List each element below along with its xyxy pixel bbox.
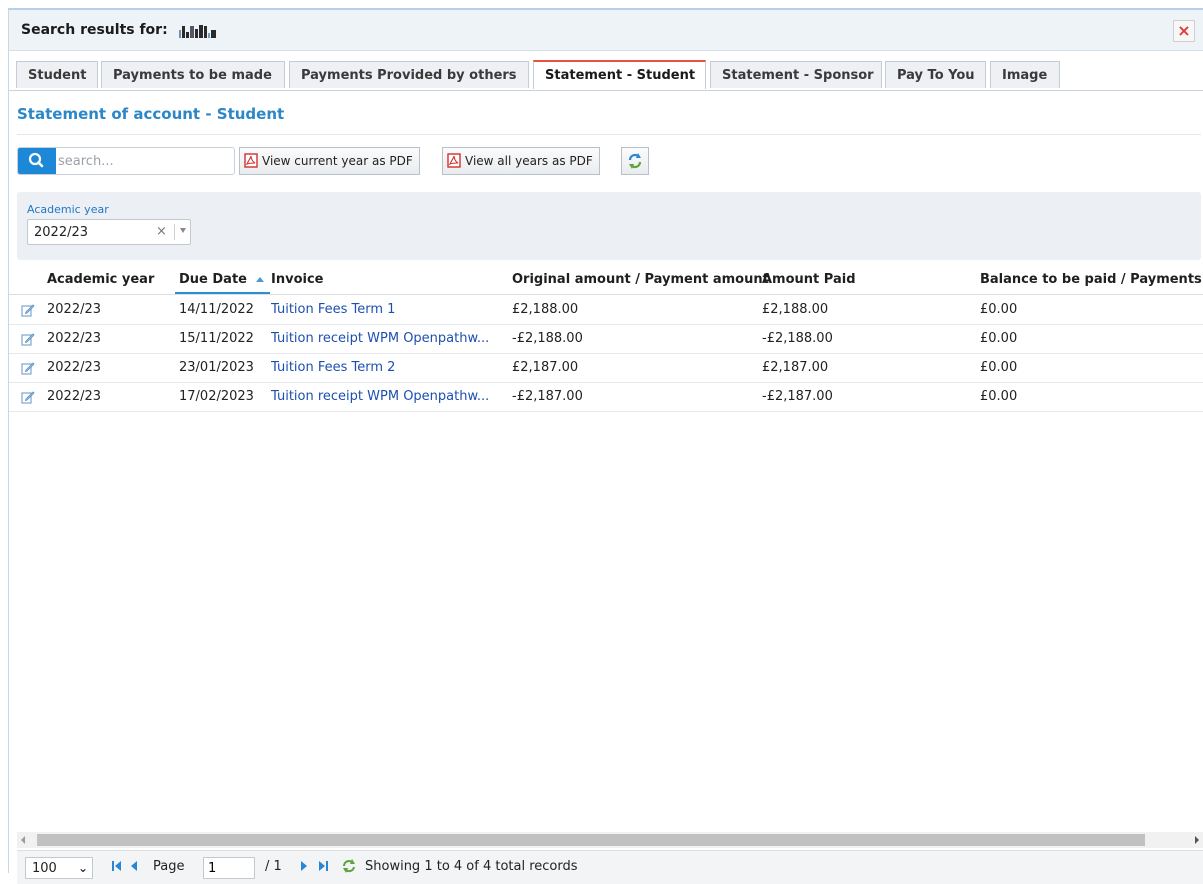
- pdf-icon: [244, 153, 258, 168]
- edit-icon[interactable]: [21, 361, 35, 375]
- academic-year-select-value: 2022/23: [34, 225, 89, 240]
- records-status: Showing 1 to 4 of 4 total records: [365, 859, 578, 874]
- view-current-year-pdf-label: View current year as PDF: [262, 154, 413, 168]
- cell-balance: £0.00: [980, 360, 1018, 375]
- chevron-down-icon[interactable]: [180, 228, 186, 233]
- table-row[interactable]: 2022/23 23/01/2023 Tuition Fees Term 2 £…: [9, 353, 1203, 383]
- close-button[interactable]: ×: [1173, 20, 1195, 42]
- view-all-years-pdf-button[interactable]: View all years as PDF: [442, 147, 600, 175]
- reload-icon[interactable]: [341, 858, 357, 874]
- edit-icon[interactable]: [21, 332, 35, 346]
- table-header: Academic year Due Date Invoice Original …: [9, 266, 1203, 295]
- pagination-bar: 100 ⌄ Page / 1 Showing 1 to 4 of 4 total…: [17, 850, 1203, 884]
- column-header-invoice[interactable]: Invoice: [271, 266, 323, 294]
- page-number-input[interactable]: [203, 857, 255, 879]
- column-header-original-amount[interactable]: Original amount / Payment amount: [512, 266, 769, 294]
- cell-original-amount: £2,188.00: [512, 302, 579, 317]
- window-title: Search results for:: [21, 22, 217, 38]
- cell-balance: £0.00: [980, 331, 1018, 346]
- refresh-icon: [628, 153, 642, 169]
- edit-icon[interactable]: [21, 390, 35, 404]
- cell-invoice-link[interactable]: Tuition Fees Term 2: [271, 353, 395, 382]
- academic-year-select[interactable]: 2022/23 ×: [27, 219, 191, 245]
- section-title: Statement of account - Student: [17, 105, 285, 123]
- table-row[interactable]: 2022/23 17/02/2023 Tuition receipt WPM O…: [9, 382, 1203, 412]
- tab-bar: Student Payments to be made Payments Pro…: [9, 60, 1203, 91]
- first-page-icon[interactable]: [111, 860, 123, 872]
- redacted-name: [178, 22, 217, 38]
- cell-academic-year: 2022/23: [47, 302, 102, 317]
- cell-due-date: 15/11/2022: [179, 331, 254, 346]
- select-separator: [174, 224, 175, 240]
- sort-indicator: [175, 292, 270, 294]
- tab-payments-to-be-made[interactable]: Payments to be made: [101, 61, 285, 88]
- page-size-select[interactable]: 100 ⌄: [25, 857, 93, 879]
- tab-statement-student[interactable]: Statement - Student: [533, 60, 706, 89]
- scrollbar-thumb[interactable]: [37, 834, 1145, 846]
- search-input[interactable]: [58, 148, 230, 174]
- view-current-year-pdf-button[interactable]: View current year as PDF: [239, 147, 420, 175]
- cell-amount-paid: -£2,188.00: [762, 331, 833, 346]
- scroll-left-icon[interactable]: [21, 836, 25, 844]
- cell-original-amount: -£2,187.00: [512, 389, 583, 404]
- refresh-button[interactable]: [621, 147, 649, 175]
- column-header-academic-year[interactable]: Academic year: [47, 266, 154, 294]
- close-icon: ×: [1177, 21, 1191, 40]
- cell-invoice-link[interactable]: Tuition receipt WPM Openpathw...: [271, 324, 489, 353]
- cell-invoice-link[interactable]: Tuition receipt WPM Openpathw...: [271, 382, 489, 411]
- cell-balance: £0.00: [980, 302, 1018, 317]
- cell-balance: £0.00: [980, 389, 1018, 404]
- column-header-amount-paid[interactable]: Amount Paid: [762, 266, 856, 294]
- scroll-right-icon[interactable]: [1195, 836, 1199, 844]
- tab-statement-sponsor[interactable]: Statement - Sponsor: [710, 61, 882, 88]
- tab-image[interactable]: Image: [990, 61, 1060, 88]
- previous-page-icon[interactable]: [129, 860, 139, 872]
- cell-amount-paid: -£2,187.00: [762, 389, 833, 404]
- search-results-window: Search results for: × Student Payments t…: [8, 8, 1203, 884]
- tab-student[interactable]: Student: [16, 61, 98, 88]
- academic-year-filter-label: Academic year: [27, 203, 109, 216]
- horizontal-scrollbar[interactable]: [17, 832, 1203, 848]
- search-box: [17, 147, 235, 175]
- filter-panel: Academic year 2022/23 ×: [17, 192, 1201, 260]
- cell-due-date: 17/02/2023: [179, 389, 254, 404]
- cell-amount-paid: £2,187.00: [762, 360, 829, 375]
- tab-payments-provided-by-others[interactable]: Payments Provided by others: [289, 61, 529, 88]
- clear-selection-icon[interactable]: ×: [156, 224, 167, 239]
- view-all-years-pdf-label: View all years as PDF: [465, 154, 593, 168]
- cell-original-amount: -£2,188.00: [512, 331, 583, 346]
- page-total: / 1: [265, 859, 282, 874]
- search-button[interactable]: [18, 148, 56, 174]
- cell-due-date: 14/11/2022: [179, 302, 254, 317]
- window-title-text: Search results for:: [21, 22, 168, 38]
- page-size-value: 100: [32, 861, 57, 876]
- next-page-icon[interactable]: [299, 860, 309, 872]
- cell-original-amount: £2,187.00: [512, 360, 579, 375]
- cell-academic-year: 2022/23: [47, 331, 102, 346]
- tab-pay-to-you[interactable]: Pay To You: [885, 61, 986, 88]
- cell-due-date: 23/01/2023: [179, 360, 254, 375]
- title-bar: Search results for: ×: [9, 10, 1203, 51]
- edit-icon[interactable]: [21, 303, 35, 317]
- section-divider: [17, 134, 1201, 135]
- page-label: Page: [153, 859, 185, 874]
- table-row[interactable]: 2022/23 14/11/2022 Tuition Fees Term 1 £…: [9, 295, 1203, 325]
- cell-invoice-link[interactable]: Tuition Fees Term 1: [271, 295, 395, 324]
- column-header-due-date[interactable]: Due Date: [179, 266, 247, 294]
- cell-academic-year: 2022/23: [47, 389, 102, 404]
- cell-academic-year: 2022/23: [47, 360, 102, 375]
- last-page-icon[interactable]: [317, 860, 329, 872]
- column-header-balance[interactable]: Balance to be paid / Payments m: [980, 266, 1203, 294]
- cell-amount-paid: £2,188.00: [762, 302, 829, 317]
- sort-ascending-icon: [256, 277, 264, 282]
- table-row[interactable]: 2022/23 15/11/2022 Tuition receipt WPM O…: [9, 324, 1203, 354]
- search-icon: [28, 152, 44, 168]
- pdf-icon: [447, 153, 461, 168]
